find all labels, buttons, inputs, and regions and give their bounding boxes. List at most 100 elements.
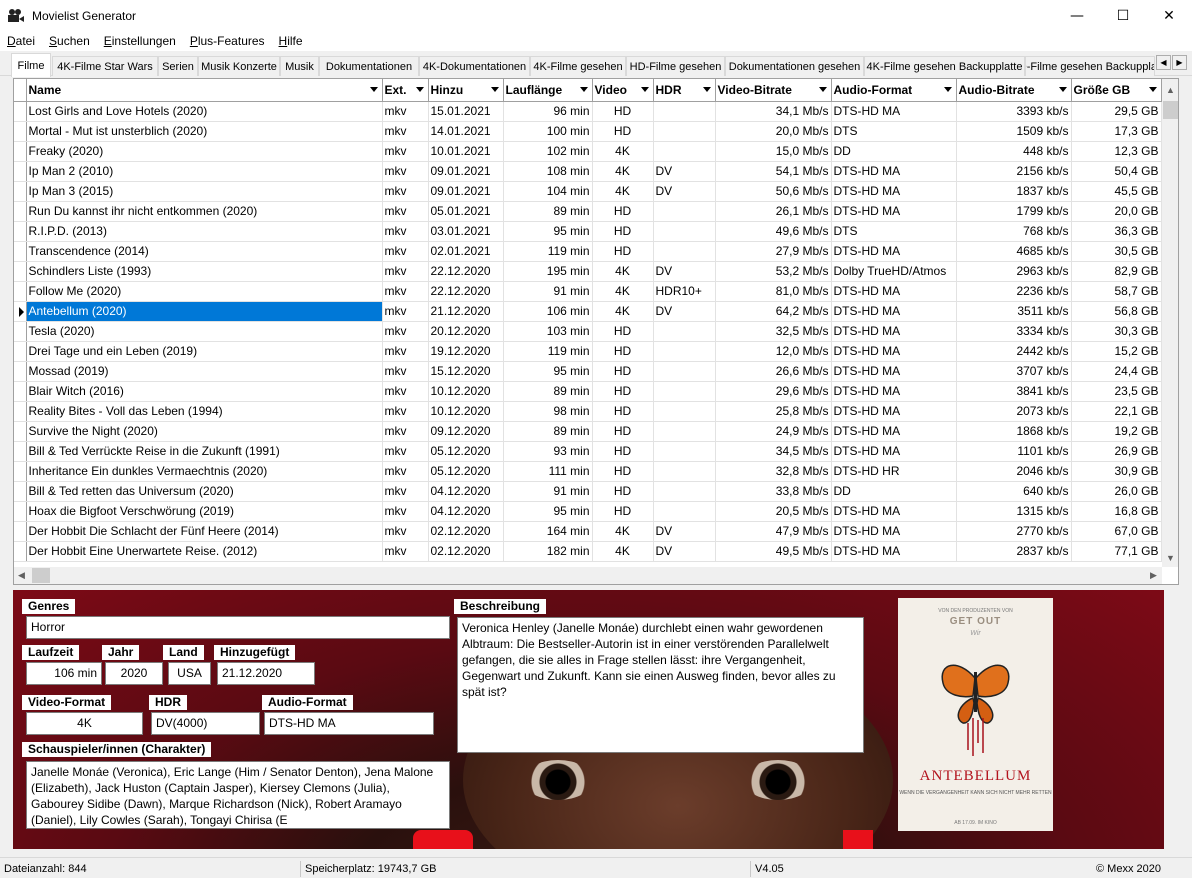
table-cell[interactable]: Bill & Ted retten das Universum (2020): [26, 481, 383, 502]
table-cell[interactable]: 10.01.2021: [428, 141, 504, 162]
table-cell[interactable]: DTS-HD MA: [831, 521, 957, 542]
table-cell[interactable]: 02.12.2020: [428, 541, 504, 562]
table-cell[interactable]: 1315 kb/s: [956, 501, 1072, 522]
table-cell[interactable]: 1799 kb/s: [956, 201, 1072, 222]
table-cell[interactable]: 89 min: [503, 421, 593, 442]
row-indicator[interactable]: [14, 181, 27, 202]
table-cell[interactable]: 195 min: [503, 261, 593, 282]
table-cell[interactable]: 04.12.2020: [428, 481, 504, 502]
table-cell[interactable]: DTS-HD MA: [831, 401, 957, 422]
table-cell[interactable]: mkv: [382, 421, 429, 442]
table-cell[interactable]: mkv: [382, 121, 429, 142]
table-cell[interactable]: 34,5 Mb/s: [715, 441, 832, 462]
table-cell[interactable]: 448 kb/s: [956, 141, 1072, 162]
table-cell[interactable]: DTS-HD MA: [831, 361, 957, 382]
dropdown-arrow-icon[interactable]: [943, 87, 952, 92]
table-cell[interactable]: [653, 401, 716, 422]
table-cell[interactable]: 04.12.2020: [428, 501, 504, 522]
table-cell[interactable]: [653, 361, 716, 382]
maximize-button[interactable]: ☐: [1100, 0, 1146, 31]
table-row[interactable]: Follow Me (2020) mkv 22.12.2020 91 min 4K HDR…: [14, 281, 1162, 302]
horizontal-scroll-thumb[interactable]: [32, 568, 50, 583]
table-cell[interactable]: 3841 kb/s: [956, 381, 1072, 402]
table-cell[interactable]: 2442 kb/s: [956, 341, 1072, 362]
table-cell[interactable]: 22.12.2020: [428, 261, 504, 282]
table-cell[interactable]: mkv: [382, 181, 429, 202]
table-cell[interactable]: DV: [653, 521, 716, 542]
table-cell[interactable]: DTS-HD MA: [831, 101, 957, 122]
table-cell[interactable]: Hoax die Bigfoot Verschwörung (2019): [26, 501, 383, 522]
column-header[interactable]: HDR: [653, 79, 716, 102]
table-cell[interactable]: DTS-HD MA: [831, 381, 957, 402]
dropdown-arrow-icon[interactable]: [490, 87, 499, 92]
table-cell[interactable]: 4K: [592, 141, 654, 162]
table-cell[interactable]: 108 min: [503, 161, 593, 182]
table-cell[interactable]: Schindlers Liste (1993): [26, 261, 383, 282]
dropdown-arrow-icon[interactable]: [369, 87, 378, 92]
hinzugefuegt-field[interactable]: 21.12.2020: [217, 662, 315, 685]
table-cell[interactable]: 4K: [592, 541, 654, 562]
table-cell[interactable]: [653, 121, 716, 142]
table-cell[interactable]: 26,0 GB: [1071, 481, 1162, 502]
table-cell[interactable]: mkv: [382, 141, 429, 162]
table-cell[interactable]: 27,9 Mb/s: [715, 241, 832, 262]
table-cell[interactable]: mkv: [382, 521, 429, 542]
table-cell[interactable]: Blair Witch (2016): [26, 381, 383, 402]
minimize-button[interactable]: —: [1054, 0, 1100, 31]
dropdown-arrow-icon[interactable]: [1058, 87, 1067, 92]
table-cell[interactable]: 15,0 Mb/s: [715, 141, 832, 162]
table-cell[interactable]: Mortal - Mut ist unsterblich (2020): [26, 121, 383, 142]
genres-field[interactable]: Horror: [26, 616, 450, 639]
table-cell[interactable]: 103 min: [503, 321, 593, 342]
table-cell[interactable]: mkv: [382, 441, 429, 462]
dropdown-arrow-icon[interactable]: [1148, 87, 1157, 92]
table-cell[interactable]: 29,5 GB: [1071, 101, 1162, 122]
table-cell[interactable]: [653, 241, 716, 262]
table-cell[interactable]: [653, 481, 716, 502]
table-cell[interactable]: 49,5 Mb/s: [715, 541, 832, 562]
table-cell[interactable]: 45,5 GB: [1071, 181, 1162, 202]
table-cell[interactable]: 19,2 GB: [1071, 421, 1162, 442]
scroll-down-icon[interactable]: ▼: [1166, 553, 1175, 563]
scroll-left-icon[interactable]: ◀: [18, 570, 25, 581]
table-cell[interactable]: mkv: [382, 481, 429, 502]
table-cell[interactable]: [653, 381, 716, 402]
table-cell[interactable]: mkv: [382, 221, 429, 242]
table-cell[interactable]: mkv: [382, 381, 429, 402]
table-cell[interactable]: 2156 kb/s: [956, 161, 1072, 182]
table-cell[interactable]: HD: [592, 361, 654, 382]
column-header[interactable]: Audio-Bitrate: [956, 79, 1072, 102]
table-cell[interactable]: mkv: [382, 401, 429, 422]
table-cell[interactable]: HD: [592, 481, 654, 502]
table-cell[interactable]: Survive the Night (2020): [26, 421, 383, 442]
table-cell[interactable]: DTS-HD MA: [831, 501, 957, 522]
menu-item-4[interactable]: Hilfe: [272, 34, 310, 48]
row-indicator[interactable]: [14, 481, 27, 502]
scroll-right-icon[interactable]: ▶: [1150, 570, 1157, 581]
table-cell[interactable]: HDR10+: [653, 281, 716, 302]
table-cell[interactable]: [653, 461, 716, 482]
table-cell[interactable]: mkv: [382, 161, 429, 182]
table-row[interactable]: Bill & Ted Verrückte Reise in die Zukunf…: [14, 441, 1162, 462]
column-header[interactable]: Name: [26, 79, 383, 102]
table-row[interactable]: Der Hobbit Die Schlacht der Fünf Heere (…: [14, 521, 1162, 542]
table-cell[interactable]: Der Hobbit Eine Unerwartete Reise. (2012…: [26, 541, 383, 562]
row-indicator[interactable]: [14, 141, 27, 162]
table-cell[interactable]: 50,4 GB: [1071, 161, 1162, 182]
tab-2[interactable]: Serien: [158, 56, 198, 76]
table-cell[interactable]: Tesla (2020): [26, 321, 383, 342]
table-cell[interactable]: HD: [592, 201, 654, 222]
table-row[interactable]: Blair Witch (2016) mkv 10.12.2020 89 min HD 2…: [14, 381, 1162, 402]
column-header[interactable]: Ext.: [382, 79, 429, 102]
table-cell[interactable]: [653, 321, 716, 342]
table-cell[interactable]: 22.12.2020: [428, 281, 504, 302]
table-cell[interactable]: 15.01.2021: [428, 101, 504, 122]
table-cell[interactable]: [653, 141, 716, 162]
table-cell[interactable]: [653, 341, 716, 362]
table-cell[interactable]: 2073 kb/s: [956, 401, 1072, 422]
table-cell[interactable]: HD: [592, 501, 654, 522]
table-cell[interactable]: DTS-HD MA: [831, 421, 957, 442]
table-cell[interactable]: 2963 kb/s: [956, 261, 1072, 282]
table-cell[interactable]: 4K: [592, 301, 654, 322]
table-cell[interactable]: Mossad (2019): [26, 361, 383, 382]
